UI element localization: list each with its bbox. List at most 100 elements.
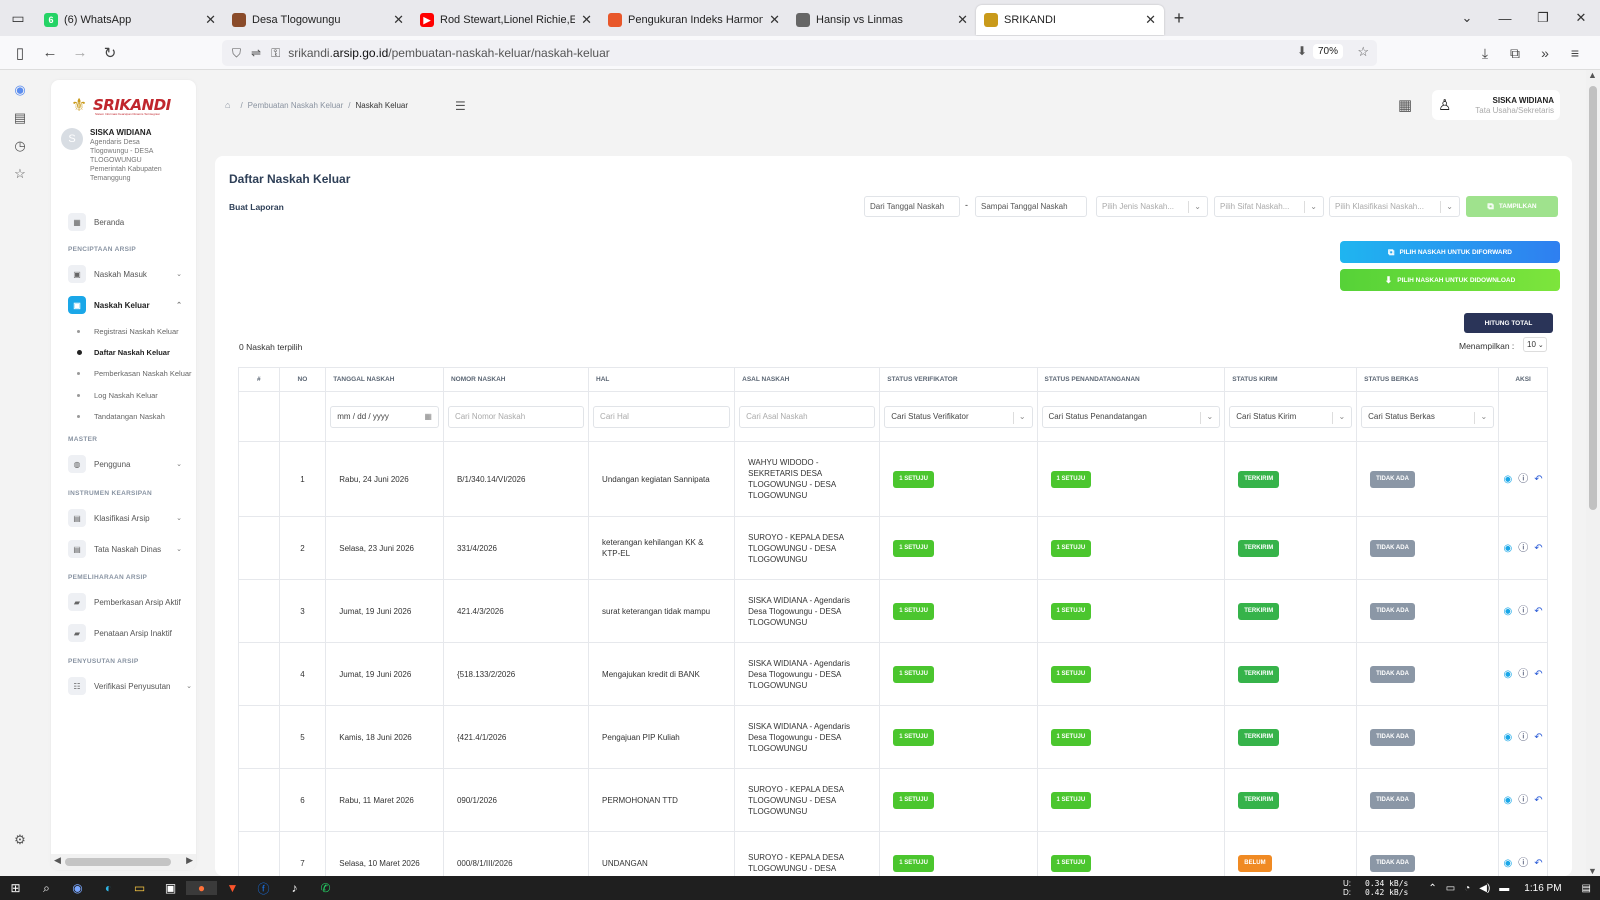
tray-chevron-icon[interactable]: ⌃ bbox=[1428, 883, 1436, 894]
scroll-up-arrow[interactable]: ▲ bbox=[1588, 70, 1597, 80]
profile-button[interactable]: ♙ SISKA WIDIANA Tata Usaha/Sekretaris bbox=[1432, 90, 1560, 120]
bookmarks-icon[interactable]: ☆ bbox=[0, 166, 40, 182]
close-tab-icon[interactable]: ✕ bbox=[393, 12, 404, 28]
synced-tabs-icon[interactable]: ▤ bbox=[0, 110, 40, 126]
reply-icon[interactable]: ↶ bbox=[1534, 474, 1542, 485]
info-icon[interactable]: ⓘ bbox=[1518, 543, 1528, 554]
table-row[interactable]: 7 Selasa, 10 Maret 2026 000/8/1/III/2026 UN… bbox=[238, 831, 1548, 876]
sidebar-sub-registrasi[interactable]: Registrasi Naskah Keluar bbox=[77, 327, 179, 336]
history-icon[interactable]: ◷ bbox=[0, 138, 40, 154]
forward-select-button[interactable]: ⧉ PILIH NASKAH UNTUK DIFORWARD bbox=[1340, 241, 1560, 263]
sidebar-item-naskah-masuk[interactable]: ▣ Naskah Masuk ⌄ bbox=[68, 264, 186, 284]
col-header[interactable]: STATUS VERIFIKATOR bbox=[879, 367, 1038, 392]
sidebar-item-penataan-inaktif[interactable]: ▰ Penataan Arsip Inaktif bbox=[68, 623, 186, 643]
menu-icon[interactable]: ≡ bbox=[1560, 45, 1590, 61]
tab-overflow-icon[interactable]: ⌄ bbox=[1448, 10, 1486, 26]
forward-button[interactable]: → bbox=[65, 44, 95, 61]
view-icon[interactable]: ◉ bbox=[1504, 543, 1513, 554]
settings-icon[interactable]: ⚙ bbox=[0, 832, 40, 848]
jenis-naskah-select[interactable]: Pilih Jenis Naskah... ⌄ bbox=[1096, 196, 1208, 217]
table-row[interactable]: 3 Jumat, 19 Juni 2026 421.4/3/2026 surat ke… bbox=[238, 579, 1548, 643]
browser-tab[interactable]: 6 (6) WhatsApp ✕ bbox=[36, 5, 224, 35]
bookmark-star-icon[interactable]: ☆ bbox=[1357, 44, 1369, 60]
close-tab-icon[interactable]: ✕ bbox=[769, 12, 780, 28]
battery-icon[interactable]: ▬ bbox=[1499, 883, 1509, 894]
browser-tab[interactable]: Hansip vs Linmas ✕ bbox=[788, 5, 976, 35]
new-tab-button[interactable]: + bbox=[1164, 8, 1194, 29]
sidebar-sub-log[interactable]: Log Naskah Keluar bbox=[77, 391, 158, 400]
reply-icon[interactable]: ↶ bbox=[1534, 606, 1542, 617]
sidebar-item-naskah-keluar[interactable]: ▣ Naskah Keluar ⌃ bbox=[68, 295, 186, 315]
close-tab-icon[interactable]: ✕ bbox=[1145, 12, 1156, 28]
nomor-filter-input[interactable]: Cari Nomor Naskah bbox=[447, 405, 585, 428]
info-icon[interactable]: ⓘ bbox=[1518, 795, 1528, 806]
notification-icon[interactable]: ▤ bbox=[1582, 883, 1591, 894]
tampilkan-button[interactable]: ⧉ TAMPILKAN bbox=[1466, 196, 1558, 217]
date-from-input[interactable]: Dari Tanggal Naskah bbox=[864, 196, 960, 217]
info-icon[interactable]: ⓘ bbox=[1518, 669, 1528, 680]
key-icon[interactable]: ⚿ bbox=[271, 46, 280, 61]
sidebar-sub-tandatangan[interactable]: Tandatangan Naskah bbox=[77, 412, 165, 421]
close-tab-icon[interactable]: ✕ bbox=[581, 12, 592, 28]
page-vertical-scrollbar[interactable]: ▲ ▼ bbox=[1586, 70, 1600, 876]
table-row[interactable]: 1 Rabu, 24 Juni 2026 B/1/340.14/VI/2026 Und… bbox=[238, 441, 1548, 517]
browser-tab[interactable]: ▶ Rod Stewart,Lionel Richie,El ✕ bbox=[412, 5, 600, 35]
shield-icon[interactable]: ⛉ bbox=[232, 46, 241, 61]
date-to-input[interactable]: Sampai Tanggal Naskah bbox=[975, 196, 1087, 217]
table-row[interactable]: 4 Jumat, 19 Juni 2026 {518.133/2/2026 Menga… bbox=[238, 642, 1548, 706]
row-checkbox-cell[interactable] bbox=[238, 579, 280, 643]
browser-tab[interactable]: SRIKANDI ✕ bbox=[976, 5, 1164, 35]
wifi-icon[interactable]: ◔ bbox=[1464, 883, 1470, 894]
close-tab-icon[interactable]: ✕ bbox=[205, 12, 216, 28]
search-icon[interactable]: ⌕ bbox=[31, 881, 62, 896]
date-filter-input[interactable]: mm / dd / yyyy ▦ bbox=[330, 405, 439, 428]
brave-icon[interactable]: ▼ bbox=[217, 881, 248, 895]
view-icon[interactable]: ◉ bbox=[1504, 669, 1513, 680]
row-checkbox-cell[interactable] bbox=[238, 705, 280, 769]
zoom-level[interactable]: 70% bbox=[1312, 44, 1343, 59]
table-row[interactable]: 5 Kamis, 18 Juni 2026 {421.4/1/2026 Pengaju… bbox=[238, 705, 1548, 769]
hitung-total-button[interactable]: HITUNG TOTAL bbox=[1464, 313, 1553, 333]
permissions-icon[interactable]: ⇌ bbox=[251, 46, 261, 60]
scroll-left-arrow[interactable]: ◀ bbox=[54, 855, 61, 866]
reply-icon[interactable]: ↶ bbox=[1534, 669, 1542, 680]
save-page-icon[interactable]: ⬇ bbox=[1297, 44, 1307, 58]
view-icon[interactable]: ◉ bbox=[1504, 858, 1513, 869]
view-icon[interactable]: ◉ bbox=[1504, 474, 1513, 485]
file-explorer-icon[interactable]: ▭ bbox=[124, 881, 155, 895]
info-icon[interactable]: ⓘ bbox=[1518, 474, 1528, 485]
edge-icon[interactable]: ◐ bbox=[93, 881, 124, 895]
view-icon[interactable]: ◉ bbox=[1504, 795, 1513, 806]
sidebar-item-verifikasi[interactable]: ☷ Verifikasi Penyusutan ⌄ bbox=[68, 676, 192, 696]
sidebar-item-pengguna[interactable]: ◍ Pengguna ⌄ bbox=[68, 454, 186, 474]
penandatanganan-filter-select[interactable]: Cari Status Penandatangan ⌄ bbox=[1041, 405, 1221, 428]
restore-button[interactable]: ❐ bbox=[1524, 10, 1562, 26]
home-icon[interactable]: ⌂ bbox=[225, 100, 230, 110]
firefox-icon[interactable]: ● bbox=[186, 881, 217, 895]
table-row[interactable]: 6 Rabu, 11 Maret 2026 090/1/2026 PERMOHONAN… bbox=[238, 768, 1548, 832]
facebook-icon[interactable]: ⓕ bbox=[248, 880, 279, 897]
view-icon[interactable]: ◉ bbox=[1504, 732, 1513, 743]
tab-list-icon[interactable]: ▭ bbox=[0, 0, 36, 36]
col-header[interactable]: ASAL NASKAH bbox=[734, 367, 881, 392]
sidebar-item-pemberkasan-aktif[interactable]: ▰ Pemberkasan Arsip Aktif bbox=[68, 592, 186, 612]
sidebar-item-beranda[interactable]: ▦ Beranda bbox=[68, 212, 186, 232]
col-header[interactable]: STATUS PENANDATANGANAN bbox=[1036, 367, 1226, 392]
row-checkbox-cell[interactable] bbox=[238, 831, 280, 876]
more-tools-icon[interactable]: » bbox=[1530, 45, 1560, 61]
back-button[interactable]: ← bbox=[35, 44, 65, 61]
asal-filter-input[interactable]: Cari Asal Naskah bbox=[739, 405, 876, 428]
sidebar-item-tata-naskah[interactable]: ▤ Tata Naskah Dinas ⌄ bbox=[68, 539, 186, 559]
copilot-icon[interactable]: ◉ bbox=[0, 82, 40, 98]
volume-icon[interactable]: ◀) bbox=[1479, 883, 1490, 894]
scroll-thumb[interactable] bbox=[1589, 86, 1597, 510]
col-header[interactable]: TANGGAL NASKAH bbox=[325, 367, 444, 392]
klasifikasi-naskah-select[interactable]: Pilih Klasifikasi Naskah... ⌄ bbox=[1329, 196, 1460, 217]
table-row[interactable]: 2 Selasa, 23 Juni 2026 331/4/2026 keteranga… bbox=[238, 516, 1548, 580]
col-header[interactable]: NO bbox=[278, 367, 327, 392]
berkas-filter-select[interactable]: Cari Status Berkas ⌄ bbox=[1361, 405, 1495, 428]
scroll-thumb[interactable] bbox=[65, 858, 171, 866]
reply-icon[interactable]: ↶ bbox=[1534, 543, 1542, 554]
info-icon[interactable]: ⓘ bbox=[1518, 732, 1528, 743]
info-icon[interactable]: ⓘ bbox=[1518, 858, 1528, 869]
